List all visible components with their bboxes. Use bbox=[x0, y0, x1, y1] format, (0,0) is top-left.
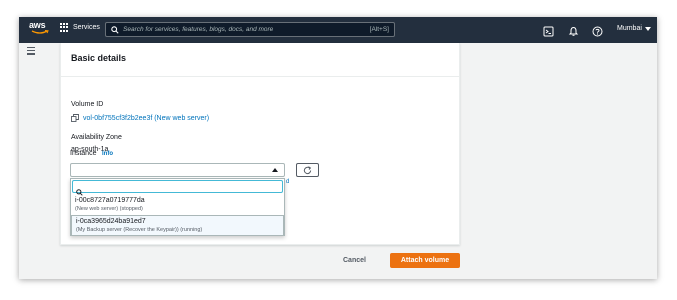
dropdown-filter-input[interactable] bbox=[72, 180, 283, 196]
aws-smile-icon bbox=[31, 30, 49, 34]
instance-option-id: i-0ca3965d24ba91ed7 bbox=[76, 218, 146, 225]
instance-option[interactable]: i-00c8727a0719777da (New web server) (st… bbox=[71, 195, 284, 215]
aws-logo[interactable]: aws bbox=[29, 21, 51, 39]
aws-logo-text: aws bbox=[29, 20, 46, 30]
services-menu-button[interactable]: Services bbox=[60, 23, 100, 32]
top-navigation-bar: aws Services Search for services, featur… bbox=[19, 17, 657, 43]
instance-option-description: (My Backup server (Recover the Keypair))… bbox=[76, 227, 203, 233]
services-grid-icon bbox=[60, 23, 69, 32]
services-label: Services bbox=[73, 24, 100, 31]
region-label: Mumbai bbox=[617, 25, 642, 32]
instance-dropdown: i-00c8727a0719777da (New web server) (st… bbox=[70, 178, 285, 236]
help-icon[interactable] bbox=[592, 24, 603, 37]
cancel-button[interactable]: Cancel bbox=[343, 257, 366, 264]
global-search-input[interactable]: Search for services, features, blogs, do… bbox=[105, 22, 395, 37]
region-selector[interactable]: Mumbai bbox=[617, 25, 651, 32]
instance-hint-trailing-text: d bbox=[286, 179, 290, 185]
search-placeholder: Search for services, features, blogs, do… bbox=[123, 26, 274, 33]
cloudshell-icon[interactable] bbox=[543, 24, 554, 37]
side-menu-toggle-icon[interactable] bbox=[27, 47, 35, 55]
refresh-icon bbox=[303, 165, 312, 174]
instance-option-description: (New web server) (stopped) bbox=[75, 206, 143, 212]
instance-select[interactable] bbox=[70, 163, 285, 177]
caret-up-icon bbox=[272, 168, 278, 172]
search-shortcut-hint: [Alt+S] bbox=[369, 26, 389, 33]
instance-field-area: d i-00c8727a0719777da (New web server) (… bbox=[60, 43, 460, 245]
refresh-button[interactable] bbox=[296, 163, 319, 177]
bell-icon[interactable] bbox=[568, 24, 579, 36]
browser-frame: aws Services Search for services, featur… bbox=[19, 17, 657, 279]
instance-option-id: i-00c8727a0719777da bbox=[75, 197, 145, 204]
attach-volume-button[interactable]: Attach volume bbox=[390, 253, 460, 268]
caret-down-icon bbox=[644, 26, 651, 31]
search-icon bbox=[109, 25, 121, 34]
instance-option-highlighted[interactable]: i-0ca3965d24ba91ed7 (My Backup server (R… bbox=[71, 215, 284, 236]
